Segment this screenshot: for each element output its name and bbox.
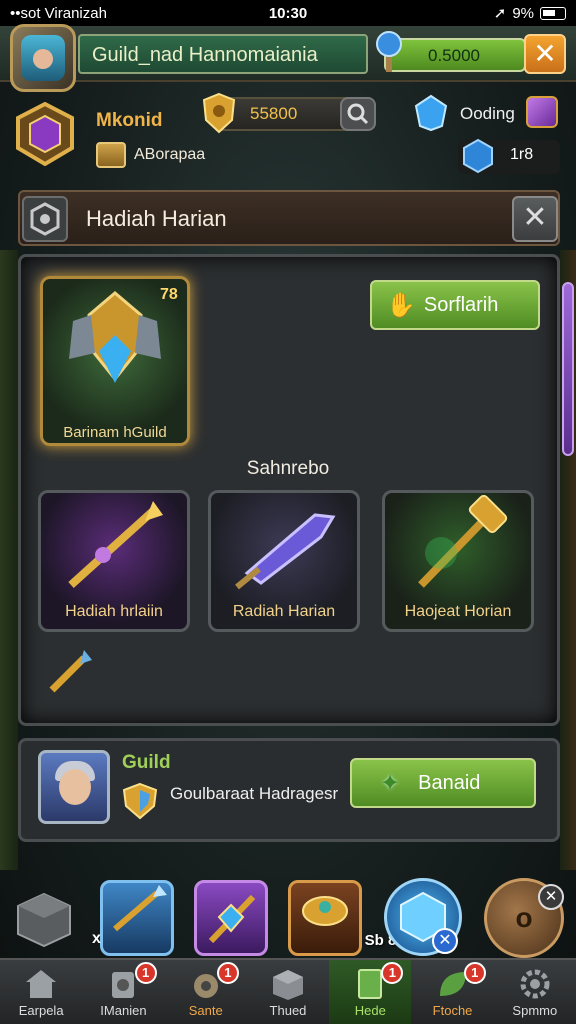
search-icon xyxy=(347,103,369,125)
purple-blade-icon xyxy=(235,513,336,590)
reward-label: Hadiah hrlaiin xyxy=(65,603,163,620)
nav-label: Ftoche xyxy=(432,1003,473,1018)
reward-card[interactable]: Hadiah hrlaiin xyxy=(38,490,190,632)
guild-title: Guild xyxy=(122,752,171,773)
sort-button[interactable]: ✋ Sorflarih xyxy=(370,280,540,330)
nav-item-guild[interactable]: Hede 1 xyxy=(329,960,412,1024)
gem-count: 1r8 xyxy=(510,146,534,163)
clock: 10:30 xyxy=(268,4,308,22)
dialog-title: Hadiah Harian xyxy=(86,206,227,231)
shield-icon xyxy=(122,782,158,820)
left-decoration xyxy=(0,250,18,870)
gold-value: 55800 xyxy=(250,104,298,123)
player-avatar[interactable] xyxy=(10,24,76,92)
golden-spear-icon xyxy=(68,501,163,588)
search-button[interactable] xyxy=(340,97,376,131)
gear-badge-icon xyxy=(22,196,68,242)
inventory-slot[interactable]: 12 xyxy=(100,880,233,956)
panel-scrollbar[interactable] xyxy=(562,282,574,456)
gold-shield-icon xyxy=(202,92,236,134)
inventory-slot[interactable]: Sb 8003 xyxy=(288,880,421,956)
nav-label: IManien xyxy=(100,1003,147,1018)
nav-item-shop[interactable]: Sante 1 xyxy=(165,960,247,1024)
hand-icon: ✋ xyxy=(386,291,416,319)
purple-gem-button[interactable] xyxy=(526,96,558,128)
stone-cube-icon[interactable] xyxy=(14,890,74,950)
nav-label: Thued xyxy=(269,1003,307,1018)
treasure-icon xyxy=(302,896,348,926)
bottom-nav: Earpela IManien 1 Sante 1 Thued Hede 1 F… xyxy=(0,958,576,1024)
home-icon xyxy=(26,970,57,998)
nav-item-settings[interactable]: Spmmo xyxy=(494,960,576,1024)
guild-description: Goulbaraat Hadragesr xyxy=(170,784,339,803)
notification-badge: 1 xyxy=(381,962,404,984)
inventory-slot[interactable] xyxy=(194,880,268,956)
spear-icon xyxy=(113,885,167,932)
status-bar: ••sot Viranizah 10:30 ➚ 9% xyxy=(0,0,576,26)
player-subtitle: ABorapaa xyxy=(134,146,206,163)
gear-icon xyxy=(520,969,550,999)
sort-button-label: Sorflarih xyxy=(423,293,499,316)
small-spear-icon[interactable] xyxy=(44,646,96,698)
nav-label: Spmmo xyxy=(512,1003,558,1018)
nav-item-events[interactable]: Ftoche 1 xyxy=(411,960,493,1024)
player-name: Mkonid xyxy=(96,110,163,131)
guild-emblem-icon[interactable] xyxy=(14,102,76,166)
crystal-icon xyxy=(463,138,493,174)
nav-label: Earpela xyxy=(18,1003,64,1018)
reward-label: Haojeat Horian xyxy=(404,603,512,620)
guild-banner-title: Guild_nad Hannomaiania xyxy=(78,34,368,74)
notification-badge: 1 xyxy=(463,962,486,984)
guild-button-label: Banaid xyxy=(418,771,481,794)
top-close-button[interactable]: ✕ xyxy=(524,34,566,74)
portrait-face-icon xyxy=(59,769,91,805)
close-slot-icon[interactable]: ✕ xyxy=(538,884,564,910)
guild-portrait[interactable] xyxy=(38,750,110,824)
golden-hammer-icon xyxy=(418,494,508,588)
nav-item-missions[interactable]: IManien 1 xyxy=(82,960,164,1024)
chest-icon xyxy=(96,142,126,168)
nav-item-home[interactable]: Earpela xyxy=(0,960,82,1024)
blue-gem-icon xyxy=(414,94,448,132)
torch-gem-icon xyxy=(376,31,402,72)
reward-card[interactable]: Radiah Harian xyxy=(208,490,360,632)
nav-label: Hede xyxy=(354,1003,386,1018)
notification-badge: 1 xyxy=(216,962,239,984)
remove-slot-icon[interactable]: ✕ xyxy=(432,928,458,954)
hero-card-label: Barinam hGuild xyxy=(63,424,167,441)
gem-label: Ooding xyxy=(460,104,515,123)
leaf-icon: ✦ xyxy=(380,769,401,797)
slot-multiplier: x xyxy=(92,930,101,947)
amulet-icon xyxy=(208,894,256,944)
hero-level-badge: 78 xyxy=(160,286,178,303)
guild-action-button[interactable]: ✦ Banaid xyxy=(350,758,536,808)
nav-label: Sante xyxy=(188,1003,223,1018)
box-icon xyxy=(272,970,303,1000)
section-title: Sahnrebo xyxy=(246,458,330,479)
nav-item-inventory[interactable]: Thued xyxy=(247,960,329,1024)
reward-card[interactable]: Haojeat Horian xyxy=(382,490,534,632)
dialog-close-button[interactable]: ✕ xyxy=(512,196,558,242)
battery-icon xyxy=(540,6,566,20)
notification-badge: 1 xyxy=(134,962,157,984)
avatar-face-icon xyxy=(21,35,65,81)
reward-label: Radiah Harian xyxy=(232,603,336,620)
